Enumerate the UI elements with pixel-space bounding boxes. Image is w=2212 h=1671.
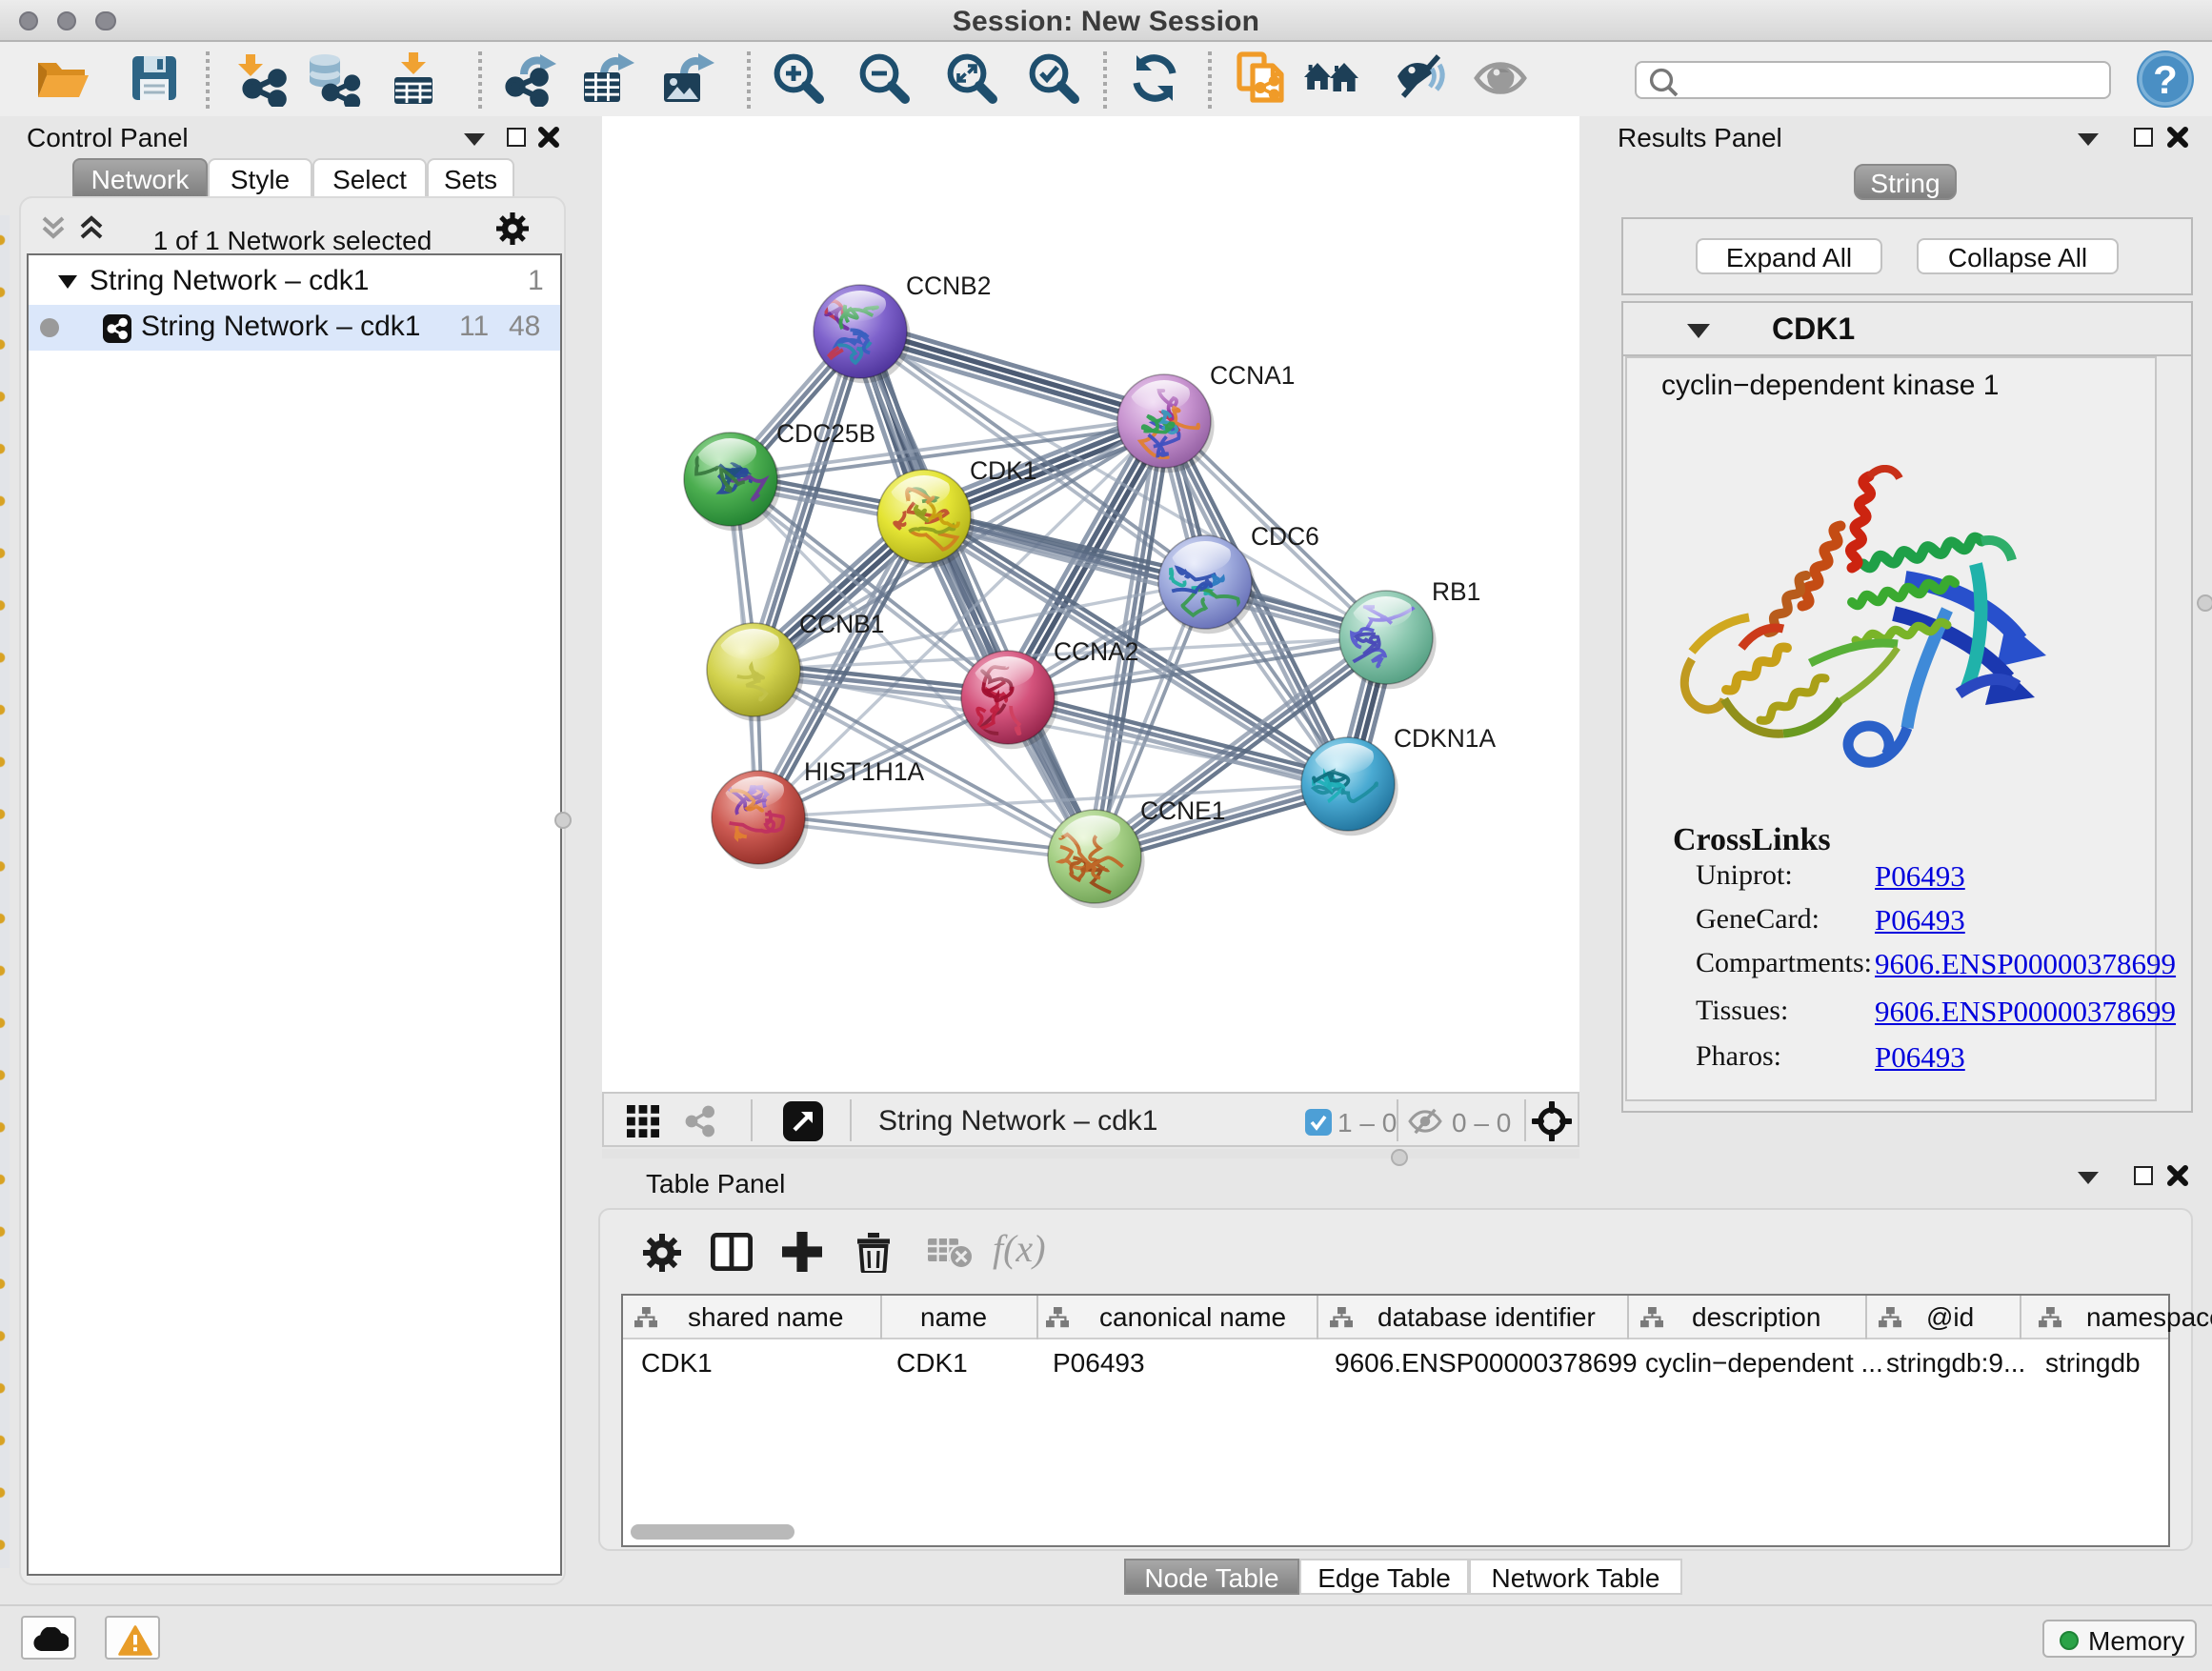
svg-text:CDC25B: CDC25B (776, 419, 875, 448)
svg-text:CCNA2: CCNA2 (1054, 637, 1138, 666)
svg-text:CDK1: CDK1 (970, 456, 1036, 485)
svg-text:?: ? (2153, 57, 2178, 102)
svg-text:CDC6: CDC6 (1251, 522, 1319, 551)
svg-text:HIST1H1A: HIST1H1A (804, 757, 925, 786)
svg-text:RB1: RB1 (1432, 577, 1480, 606)
svg-text:CCNE1: CCNE1 (1140, 796, 1225, 825)
svg-text:CCNB2: CCNB2 (906, 272, 991, 300)
svg-text:CDKN1A: CDKN1A (1394, 724, 1496, 753)
svg-text:CCNA1: CCNA1 (1210, 361, 1295, 390)
svg-text:CCNB1: CCNB1 (799, 610, 884, 638)
